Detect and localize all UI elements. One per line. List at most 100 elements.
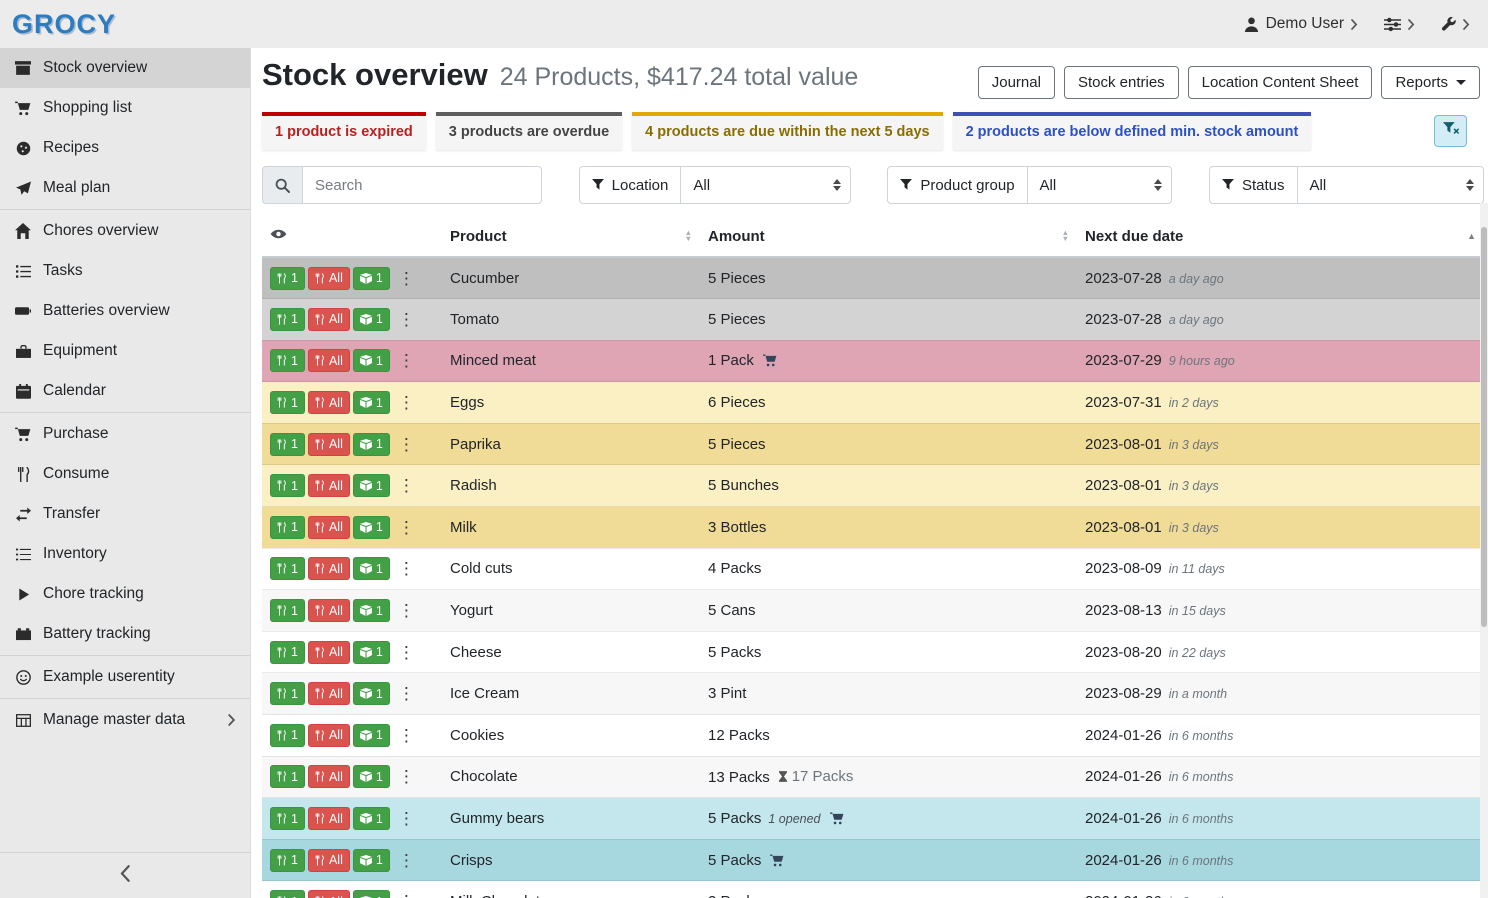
product-name[interactable]: Ice Cream: [450, 685, 519, 702]
consume-all-button[interactable]: All: [308, 557, 350, 580]
vertical-scrollbar[interactable]: [1480, 203, 1488, 898]
consume-all-button[interactable]: All: [308, 599, 350, 622]
row-menu-button[interactable]: ⋮: [393, 517, 420, 538]
product-name[interactable]: Paprika: [450, 436, 501, 453]
consume-one-button[interactable]: 1: [270, 474, 305, 497]
sidebar-item-tasks[interactable]: Tasks: [0, 251, 250, 291]
column-header-amount[interactable]: Amount▲▼: [700, 219, 1077, 257]
row-menu-button[interactable]: ⋮: [393, 600, 420, 621]
eye-icon[interactable]: [270, 227, 287, 241]
consume-one-button[interactable]: 1: [270, 682, 305, 705]
product-name[interactable]: Cold cuts: [450, 560, 513, 577]
open-one-button[interactable]: 1: [353, 682, 390, 705]
row-menu-button[interactable]: ⋮: [393, 642, 420, 663]
row-menu-button[interactable]: ⋮: [393, 891, 420, 898]
product-name[interactable]: Milk: [450, 519, 477, 536]
column-header-next-due-date[interactable]: Next due date▲: [1077, 219, 1484, 257]
status-card-due-soon[interactable]: 4 products are due within the next 5 day…: [632, 112, 942, 150]
product-group-filter-select[interactable]: All: [1027, 166, 1173, 204]
product-name[interactable]: Yogurt: [450, 602, 493, 619]
consume-one-button[interactable]: 1: [270, 349, 305, 372]
consume-all-button[interactable]: All: [308, 474, 350, 497]
consume-one-button[interactable]: 1: [270, 267, 305, 290]
location-content-sheet-button[interactable]: Location Content Sheet: [1188, 66, 1373, 99]
consume-all-button[interactable]: All: [308, 516, 350, 539]
settings-menu[interactable]: [1384, 17, 1415, 32]
grocy-logo[interactable]: GROCY: [12, 9, 116, 40]
column-header-product[interactable]: Product▲▼: [442, 219, 700, 257]
consume-all-button[interactable]: All: [308, 349, 350, 372]
open-one-button[interactable]: 1: [353, 807, 390, 830]
sidebar-item-shopping-list[interactable]: Shopping list: [0, 88, 250, 128]
consume-one-button[interactable]: 1: [270, 599, 305, 622]
consume-all-button[interactable]: All: [308, 724, 350, 747]
sidebar-item-equipment[interactable]: Equipment: [0, 331, 250, 371]
open-one-button[interactable]: 1: [353, 557, 390, 580]
row-menu-button[interactable]: ⋮: [393, 850, 420, 871]
open-one-button[interactable]: 1: [353, 849, 390, 872]
product-name[interactable]: Gummy bears: [450, 810, 544, 827]
open-one-button[interactable]: 1: [353, 890, 390, 898]
open-one-button[interactable]: 1: [353, 391, 390, 414]
sidebar-item-chores-overview[interactable]: Chores overview: [0, 211, 250, 251]
location-filter-select[interactable]: All: [680, 166, 850, 204]
journal-button[interactable]: Journal: [978, 66, 1055, 99]
user-menu[interactable]: Demo User: [1244, 15, 1358, 33]
sidebar-item-stock-overview[interactable]: Stock overview: [0, 48, 250, 88]
consume-one-button[interactable]: 1: [270, 641, 305, 664]
row-menu-button[interactable]: ⋮: [393, 392, 420, 413]
status-card-overdue[interactable]: 3 products are overdue: [436, 112, 622, 150]
row-menu-button[interactable]: ⋮: [393, 725, 420, 746]
consume-all-button[interactable]: All: [308, 308, 350, 331]
product-name[interactable]: Radish: [450, 477, 497, 494]
open-one-button[interactable]: 1: [353, 765, 390, 788]
reports-dropdown-button[interactable]: Reports: [1381, 66, 1480, 99]
consume-all-button[interactable]: All: [308, 890, 350, 898]
open-one-button[interactable]: 1: [353, 349, 390, 372]
open-one-button[interactable]: 1: [353, 433, 390, 456]
sidebar-item-inventory[interactable]: Inventory: [0, 534, 250, 574]
consume-one-button[interactable]: 1: [270, 433, 305, 456]
sidebar-item-recipes[interactable]: Recipes: [0, 128, 250, 168]
open-one-button[interactable]: 1: [353, 474, 390, 497]
sidebar-item-manage-master-data[interactable]: Manage master data: [0, 700, 250, 740]
product-name[interactable]: Cucumber: [450, 270, 519, 287]
sidebar-item-consume[interactable]: Consume: [0, 454, 250, 494]
row-menu-button[interactable]: ⋮: [393, 558, 420, 579]
open-one-button[interactable]: 1: [353, 724, 390, 747]
row-menu-button[interactable]: ⋮: [393, 808, 420, 829]
consume-one-button[interactable]: 1: [270, 557, 305, 580]
consume-all-button[interactable]: All: [308, 849, 350, 872]
open-one-button[interactable]: 1: [353, 641, 390, 664]
consume-all-button[interactable]: All: [308, 433, 350, 456]
consume-all-button[interactable]: All: [308, 765, 350, 788]
open-one-button[interactable]: 1: [353, 516, 390, 539]
sidebar-item-battery-tracking[interactable]: Battery tracking: [0, 614, 250, 654]
product-name[interactable]: Cheese: [450, 644, 502, 661]
consume-one-button[interactable]: 1: [270, 516, 305, 539]
row-menu-button[interactable]: ⋮: [393, 309, 420, 330]
scrollbar-thumb[interactable]: [1481, 227, 1487, 627]
consume-one-button[interactable]: 1: [270, 849, 305, 872]
row-menu-button[interactable]: ⋮: [393, 475, 420, 496]
consume-all-button[interactable]: All: [308, 682, 350, 705]
status-filter-select[interactable]: All: [1297, 166, 1484, 204]
stock-entries-button[interactable]: Stock entries: [1064, 66, 1179, 99]
sidebar-collapse-button[interactable]: [0, 852, 250, 898]
sidebar-item-batteries-overview[interactable]: Batteries overview: [0, 291, 250, 331]
sidebar-item-calendar[interactable]: Calendar: [0, 371, 250, 411]
admin-menu[interactable]: [1441, 17, 1470, 32]
consume-all-button[interactable]: All: [308, 641, 350, 664]
search-input[interactable]: [302, 166, 542, 204]
consume-one-button[interactable]: 1: [270, 890, 305, 898]
open-one-button[interactable]: 1: [353, 308, 390, 331]
sidebar-item-transfer[interactable]: Transfer: [0, 494, 250, 534]
consume-one-button[interactable]: 1: [270, 765, 305, 788]
sidebar-item-example-userentity[interactable]: Example userentity: [0, 657, 250, 697]
product-name[interactable]: Cookies: [450, 727, 504, 744]
status-card-below-min[interactable]: 2 products are below defined min. stock …: [953, 112, 1312, 150]
consume-one-button[interactable]: 1: [270, 391, 305, 414]
row-menu-button[interactable]: ⋮: [393, 350, 420, 371]
row-menu-button[interactable]: ⋮: [393, 683, 420, 704]
product-name[interactable]: Crisps: [450, 852, 493, 869]
